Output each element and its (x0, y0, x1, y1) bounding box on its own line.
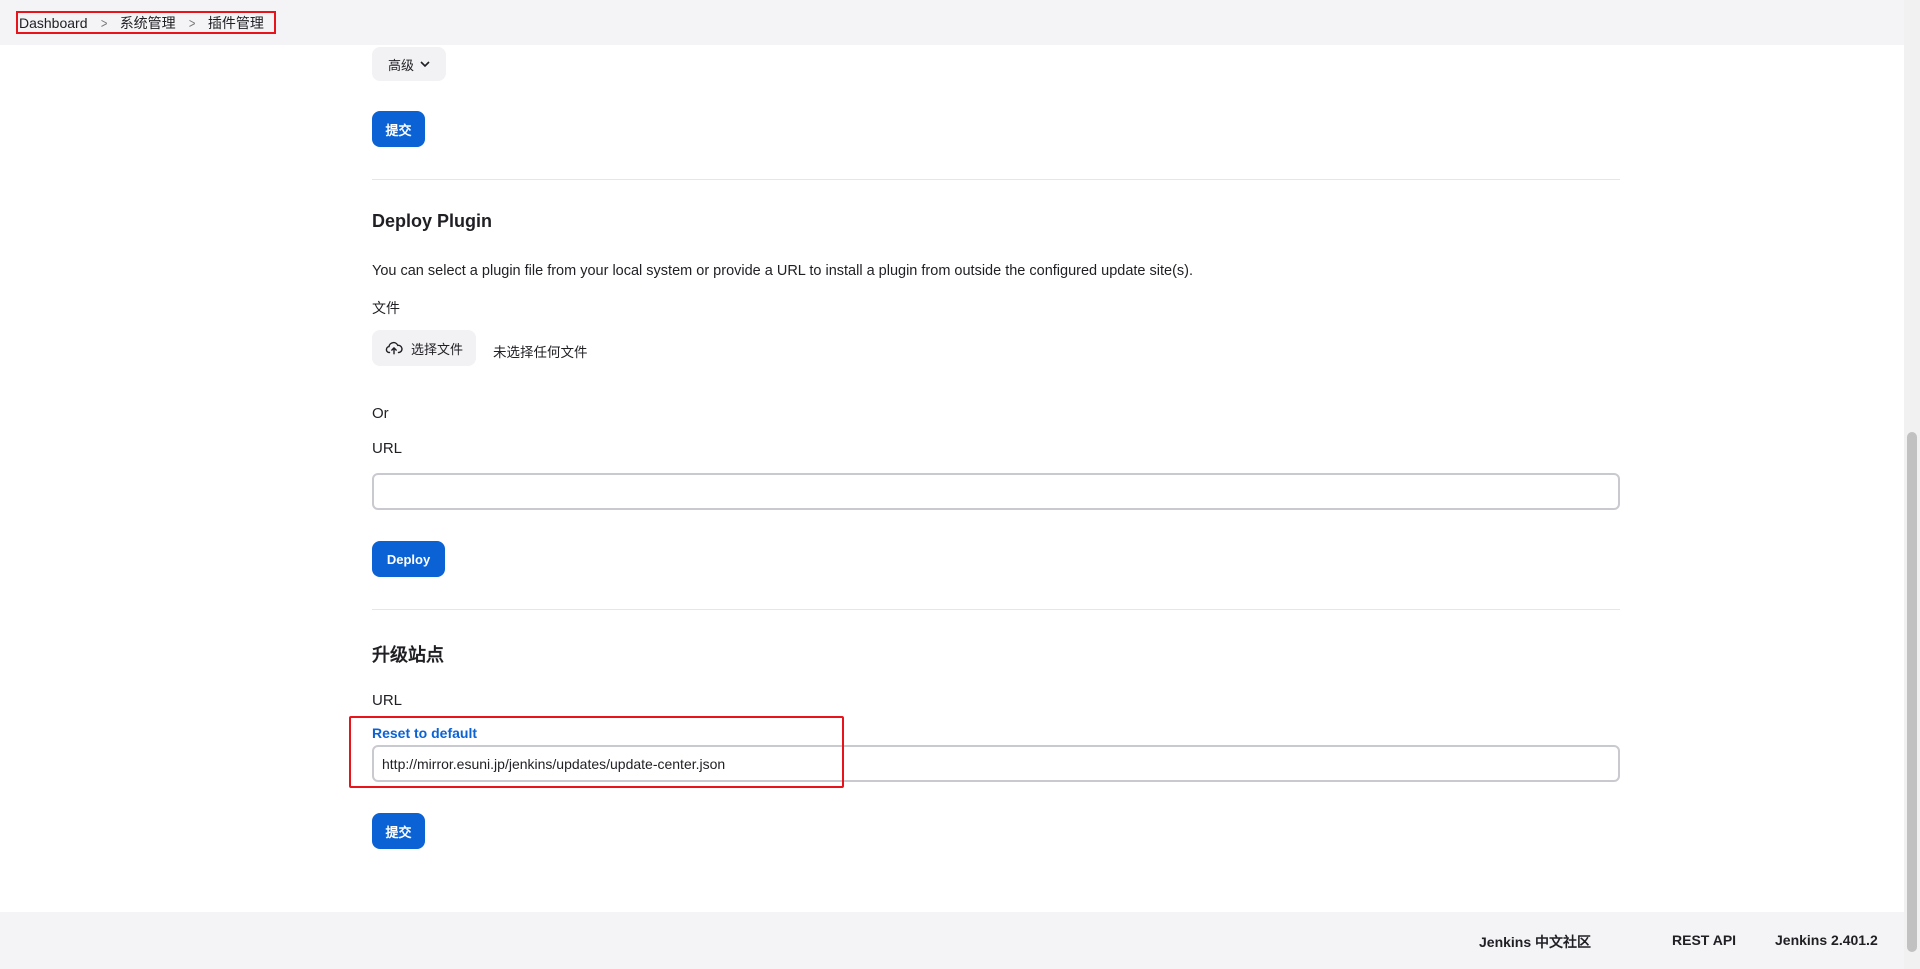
footer-rest-api-link[interactable]: REST API (1672, 932, 1736, 948)
cloud-upload-icon (385, 341, 403, 355)
or-text: Or (372, 405, 389, 422)
submit-update-site-button[interactable]: 提交 (372, 813, 425, 849)
update-site-url-label: URL (372, 692, 403, 709)
choose-file-button[interactable]: 选择文件 (372, 330, 476, 366)
deploy-plugin-title: Deploy Plugin (372, 211, 493, 231)
advanced-toggle-button[interactable]: 高级 (372, 47, 446, 81)
update-site-title: 升级站点 (372, 645, 444, 665)
no-file-chosen-text: 未选择任何文件 (493, 345, 588, 360)
footer-version-link[interactable]: Jenkins 2.401.2 (1775, 932, 1878, 948)
reset-to-default-link[interactable]: Reset to default (372, 725, 477, 741)
chevron-right-icon: > (188, 14, 196, 31)
breadcrumb-bar: Dashboard > 系统管理 > 插件管理 (0, 0, 1904, 45)
deploy-button[interactable]: Deploy (372, 541, 445, 577)
breadcrumb: Dashboard > 系统管理 > 插件管理 (16, 11, 276, 34)
section-divider (372, 179, 1620, 180)
breadcrumb-item-plugin-management[interactable]: 插件管理 (208, 13, 264, 33)
scrollbar-thumb[interactable] (1907, 432, 1917, 952)
advanced-label: 高级 (387, 57, 414, 73)
vertical-scrollbar[interactable] (1904, 0, 1920, 969)
deploy-plugin-description: You can select a plugin file from your l… (372, 263, 1194, 279)
update-site-url-input[interactable] (372, 745, 1620, 782)
file-label: 文件 (372, 300, 400, 316)
submit-advanced-button[interactable]: 提交 (372, 111, 425, 147)
section-divider (372, 609, 1620, 610)
footer: Jenkins 中文社区 REST API Jenkins 2.401.2 (0, 912, 1904, 969)
footer-community-link[interactable]: Jenkins 中文社区 (1479, 932, 1591, 952)
chevron-right-icon: > (100, 14, 107, 31)
breadcrumb-item-dashboard[interactable]: Dashboard (19, 15, 88, 31)
chevron-down-icon (420, 57, 430, 71)
choose-file-label: 选择文件 (410, 341, 463, 357)
deploy-url-input[interactable] (372, 473, 1620, 510)
breadcrumb-item-system-management[interactable]: 系统管理 (120, 13, 176, 33)
deploy-url-label: URL (372, 440, 403, 457)
